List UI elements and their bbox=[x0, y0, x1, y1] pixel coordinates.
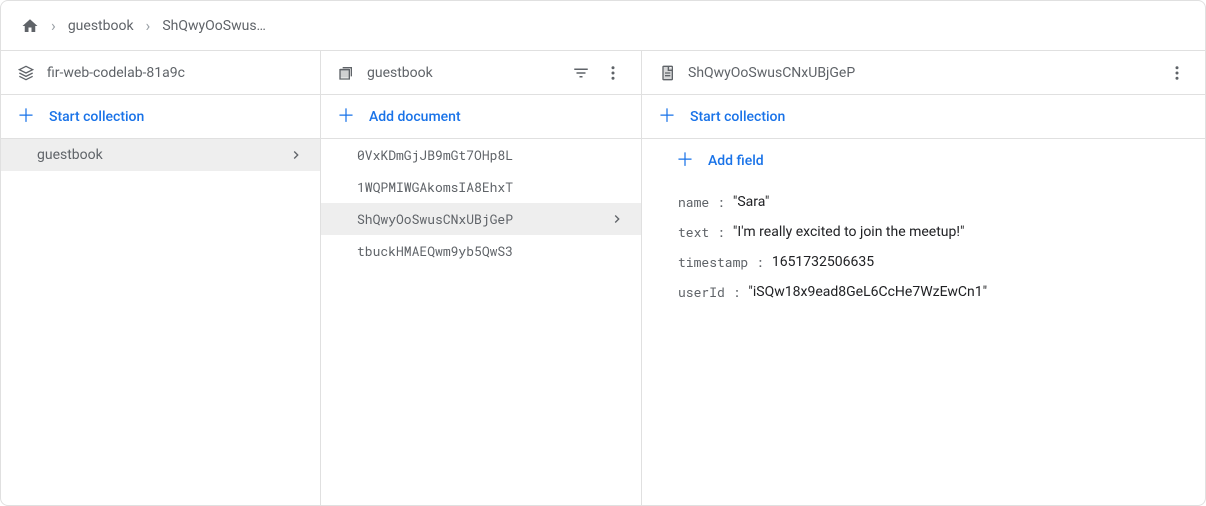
pane-root-header: fir-web-codelab-81a9c bbox=[1, 51, 320, 95]
collection-item-guestbook[interactable]: guestbook bbox=[1, 139, 320, 171]
breadcrumb: › guestbook › ShQwyOoSwus… bbox=[1, 1, 1205, 51]
start-subcollection-button[interactable]: ＋ Start collection bbox=[642, 95, 1205, 139]
pane-collection-header: guestbook bbox=[321, 51, 641, 95]
breadcrumb-document[interactable]: ShQwyOoSwus… bbox=[162, 18, 266, 34]
field-value: "iSQw18x9ead8GeL6CcHe7WzEwCn1" bbox=[748, 284, 987, 300]
filter-icon[interactable] bbox=[569, 61, 593, 85]
chevron-right-icon bbox=[609, 211, 625, 227]
document-id: 0VxKDmGjJB9mGt7OHp8L bbox=[357, 146, 625, 164]
home-icon[interactable] bbox=[21, 17, 39, 35]
overflow-menu-icon[interactable] bbox=[601, 61, 625, 85]
chevron-right-icon bbox=[288, 147, 304, 163]
field-row[interactable]: timestamp : 1651732506635 bbox=[642, 247, 1205, 277]
field-row[interactable]: text : "I'm really excited to join the m… bbox=[642, 217, 1205, 247]
pane-document: ShQwyOoSwusCNxUBjGeP ＋ Start collection … bbox=[642, 51, 1205, 505]
document-icon bbox=[658, 64, 676, 82]
add-field-label: Add field bbox=[708, 153, 764, 169]
breadcrumb-collection[interactable]: guestbook bbox=[68, 18, 134, 34]
document-id: tbuckHMAEQwm9yb5QwS3 bbox=[357, 242, 625, 260]
field-value: 1651732506635 bbox=[772, 254, 874, 270]
field-key: name : bbox=[678, 193, 725, 211]
collection-name: guestbook bbox=[37, 147, 280, 163]
field-key: userId : bbox=[678, 283, 740, 301]
document-item[interactable]: 0VxKDmGjJB9mGt7OHp8L bbox=[321, 139, 641, 171]
collection-icon bbox=[337, 64, 355, 82]
document-item[interactable]: ShQwyOoSwusCNxUBjGeP bbox=[321, 203, 641, 235]
document-item[interactable]: 1WQPMIWGAkomsIA8EhxT bbox=[321, 171, 641, 203]
field-row[interactable]: name : "Sara" bbox=[642, 187, 1205, 217]
field-value: "I'm really excited to join the meetup!" bbox=[733, 224, 965, 240]
collections-list: guestbook bbox=[1, 139, 320, 505]
document-fields: name : "Sara" text : "I'm really excited… bbox=[642, 183, 1205, 307]
field-key: timestamp : bbox=[678, 253, 764, 271]
firestore-data-viewer: › guestbook › ShQwyOoSwus… fir-web-codel… bbox=[0, 0, 1206, 506]
field-key: text : bbox=[678, 223, 725, 241]
database-icon bbox=[17, 64, 35, 82]
documents-list: 0VxKDmGjJB9mGt7OHp8L 1WQPMIWGAkomsIA8Ehx… bbox=[321, 139, 641, 505]
document-id: 1WQPMIWGAkomsIA8EhxT bbox=[357, 178, 625, 196]
breadcrumb-separator: › bbox=[51, 16, 56, 35]
field-value: "Sara" bbox=[733, 194, 770, 210]
add-document-button[interactable]: ＋ Add document bbox=[321, 95, 641, 139]
overflow-menu-icon[interactable] bbox=[1165, 61, 1189, 85]
panes: fir-web-codelab-81a9c ＋ Start collection… bbox=[1, 51, 1205, 505]
add-field-button[interactable]: ＋ Add field bbox=[642, 139, 1205, 183]
collection-title: guestbook bbox=[367, 65, 557, 81]
pane-root: fir-web-codelab-81a9c ＋ Start collection… bbox=[1, 51, 321, 505]
breadcrumb-separator: › bbox=[146, 16, 151, 35]
document-id: ShQwyOoSwusCNxUBjGeP bbox=[357, 210, 601, 228]
add-document-label: Add document bbox=[369, 109, 461, 125]
start-collection-label: Start collection bbox=[49, 109, 144, 125]
field-row[interactable]: userId : "iSQw18x9ead8GeL6CcHe7WzEwCn1" bbox=[642, 277, 1205, 307]
pane-collection: guestbook ＋ Add document 0VxKDmGjJB9mGt7… bbox=[321, 51, 642, 505]
start-subcollection-label: Start collection bbox=[690, 109, 785, 125]
document-title: ShQwyOoSwusCNxUBjGeP bbox=[688, 65, 1153, 81]
start-collection-button[interactable]: ＋ Start collection bbox=[1, 95, 320, 139]
document-item[interactable]: tbuckHMAEQwm9yb5QwS3 bbox=[321, 235, 641, 267]
pane-document-header: ShQwyOoSwusCNxUBjGeP bbox=[642, 51, 1205, 95]
root-title: fir-web-codelab-81a9c bbox=[47, 65, 304, 81]
